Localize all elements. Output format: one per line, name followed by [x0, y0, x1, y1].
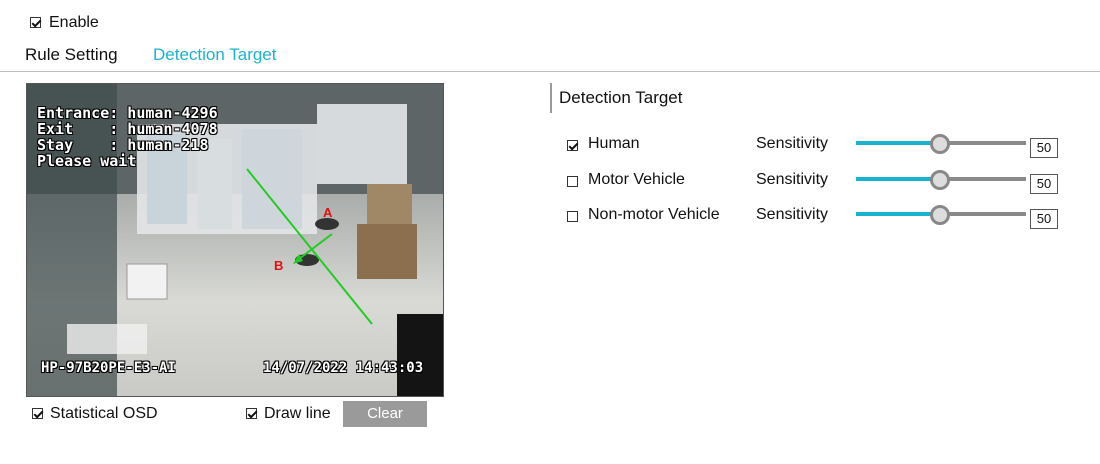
- osd-timestamp: 14/07/2022 14:43:03: [263, 360, 424, 376]
- sensitivity-label: Sensitivity: [756, 135, 829, 152]
- sensitivity-value[interactable]: 50: [1030, 138, 1058, 158]
- slider-track: [940, 141, 1026, 145]
- sensitivity-slider[interactable]: [856, 205, 1026, 225]
- sensitivity-label: Sensitivity: [756, 206, 829, 223]
- tab-divider: [0, 71, 1100, 72]
- human-checkbox[interactable]: [567, 140, 578, 151]
- slider-fill: [856, 141, 940, 145]
- target-name: Motor Vehicle: [588, 171, 685, 188]
- slider-thumb[interactable]: [930, 170, 950, 190]
- draw-line-checkbox[interactable]: [246, 408, 257, 420]
- osd-statistics: Entrance: human-4296 Exit : human-4078 S…: [37, 104, 218, 170]
- sensitivity-value[interactable]: 50: [1030, 174, 1058, 194]
- target-name: Non-motor Vehicle: [588, 206, 720, 223]
- enable-row[interactable]: Enable: [30, 14, 99, 32]
- sensitivity-slider[interactable]: [856, 134, 1026, 154]
- target-name: Human: [588, 135, 640, 152]
- non-motor-vehicle-checkbox[interactable]: [567, 211, 578, 222]
- enable-checkbox[interactable]: [30, 17, 41, 29]
- sensitivity-label: Sensitivity: [756, 171, 829, 188]
- tab-rule-setting[interactable]: Rule Setting: [25, 45, 118, 65]
- panel-title: Detection Target: [559, 88, 683, 107]
- slider-track: [940, 212, 1026, 216]
- clear-button[interactable]: Clear: [343, 401, 427, 427]
- slider-fill: [856, 177, 940, 181]
- statistical-osd-label: Statistical OSD: [50, 405, 158, 422]
- point-a-label: A: [323, 205, 333, 220]
- target-row-motor-vehicle: Motor Vehicle Sensitivity 50: [567, 170, 1067, 194]
- tab-detection-target[interactable]: Detection Target: [153, 45, 276, 65]
- draw-line-label: Draw line: [264, 405, 331, 422]
- enable-label: Enable: [49, 14, 99, 31]
- slider-thumb[interactable]: [930, 205, 950, 225]
- target-row-human: Human Sensitivity 50: [567, 134, 1067, 158]
- point-b-label: B: [274, 258, 283, 273]
- statistical-osd-checkbox[interactable]: [32, 408, 43, 420]
- slider-track: [940, 177, 1026, 181]
- sensitivity-slider[interactable]: [856, 170, 1026, 190]
- sensitivity-value[interactable]: 50: [1030, 209, 1058, 229]
- slider-thumb[interactable]: [930, 134, 950, 154]
- draw-line-row[interactable]: Draw line: [246, 405, 331, 423]
- camera-preview[interactable]: A B Entrance: human-4296 Exit : human-40…: [26, 83, 444, 397]
- statistical-osd-row[interactable]: Statistical OSD: [32, 405, 158, 423]
- target-row-non-motor-vehicle: Non-motor Vehicle Sensitivity 50: [567, 205, 1067, 229]
- panel-title-bar: [550, 83, 552, 113]
- motor-vehicle-checkbox[interactable]: [567, 176, 578, 187]
- slider-fill: [856, 212, 940, 216]
- osd-camera-name: HP-97B20PE-E3-AI: [41, 360, 176, 376]
